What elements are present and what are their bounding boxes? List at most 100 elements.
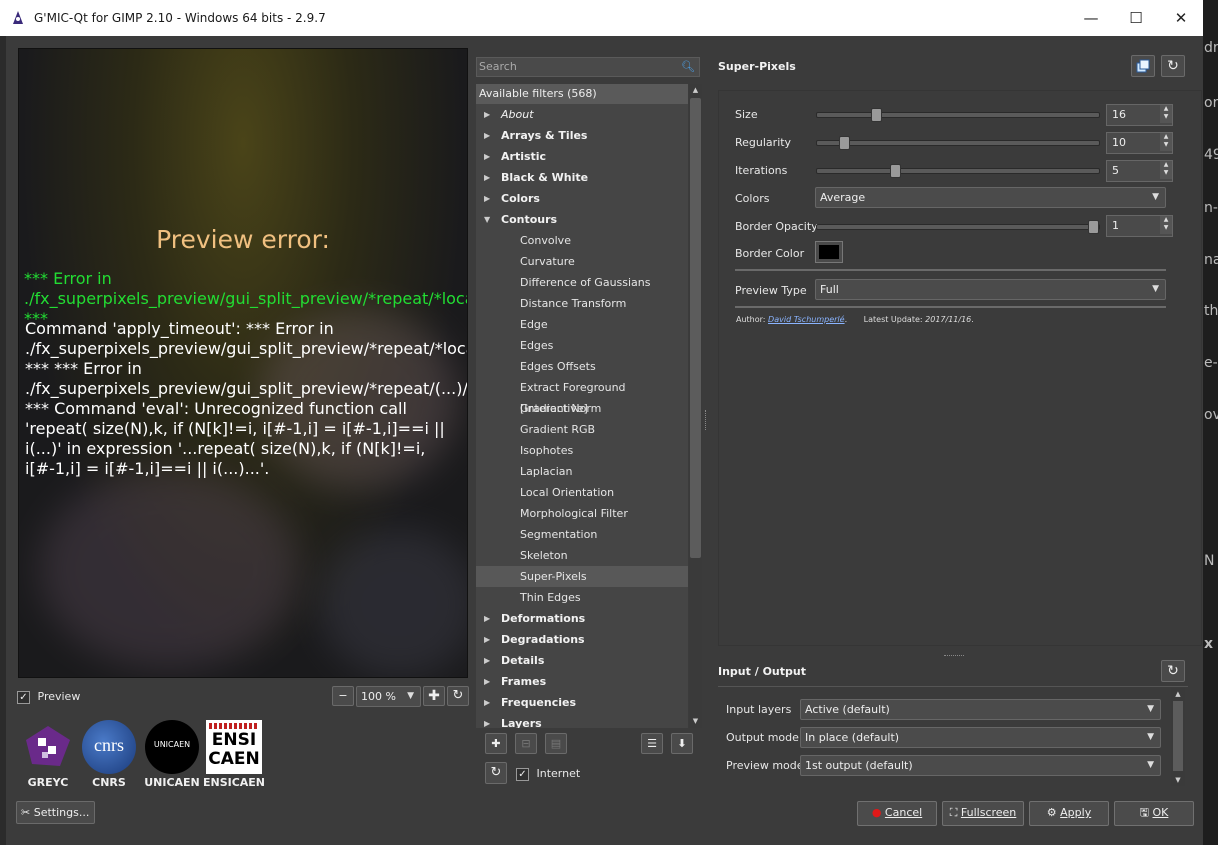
scroll-up-icon[interactable]: ▲ bbox=[1171, 688, 1185, 700]
toggle-visibility-button[interactable]: ☰ bbox=[641, 733, 663, 754]
chevron-right-icon[interactable]: ▶ bbox=[484, 104, 490, 125]
border-opacity-slider[interactable] bbox=[816, 220, 1100, 234]
spin-arrows-icon[interactable]: ▲ ▼ bbox=[1160, 133, 1172, 151]
filter-tree-item[interactable]: ▶ Details bbox=[476, 650, 688, 671]
scroll-down-icon[interactable]: ▼ bbox=[689, 715, 702, 728]
update-filters-button[interactable]: ↻ bbox=[485, 762, 507, 784]
chevron-right-icon[interactable]: ▶ bbox=[484, 671, 490, 692]
filter-tree-item[interactable]: ▶ Colors bbox=[476, 188, 688, 209]
copy-to-clipboard-button[interactable] bbox=[1131, 55, 1155, 77]
filter-tree-item[interactable]: Local Orientation bbox=[476, 482, 688, 503]
zoom-select[interactable]: 100 % ▼ bbox=[356, 686, 421, 707]
spin-arrows-icon[interactable]: ▲ ▼ bbox=[1160, 216, 1172, 234]
chevron-right-icon[interactable]: ▶ bbox=[484, 713, 490, 728]
filter-tree-item[interactable]: Distance Transform bbox=[476, 293, 688, 314]
reset-params-button[interactable]: ↻ bbox=[1161, 55, 1185, 77]
slider-handle[interactable] bbox=[890, 164, 901, 178]
filter-tree-item[interactable]: Segmentation bbox=[476, 524, 688, 545]
size-spinbox[interactable]: 16 ▲ ▼ bbox=[1106, 104, 1173, 126]
border-opacity-spinbox[interactable]: 1 ▲ ▼ bbox=[1106, 215, 1173, 237]
filter-tree-item[interactable]: ▶ Frequencies bbox=[476, 692, 688, 713]
filter-tree-item[interactable]: Morphological Filter bbox=[476, 503, 688, 524]
slider-handle[interactable] bbox=[839, 136, 850, 150]
zoom-in-button[interactable]: ✚ bbox=[423, 686, 445, 706]
chevron-right-icon[interactable]: ▶ bbox=[484, 650, 490, 671]
close-button[interactable]: ✕ bbox=[1158, 0, 1204, 36]
chevron-down-icon[interactable]: ▼ bbox=[484, 209, 490, 230]
rename-fave-button[interactable]: ▤ bbox=[545, 733, 567, 754]
filter-tree-scrollbar[interactable]: ▲ ▼ bbox=[689, 84, 702, 728]
filter-tree-item[interactable]: Gradient Norm bbox=[476, 398, 688, 419]
chevron-right-icon[interactable]: ▶ bbox=[484, 146, 490, 167]
size-slider[interactable] bbox=[816, 108, 1100, 122]
filter-tree-item[interactable]: Edges Offsets bbox=[476, 356, 688, 377]
apply-button[interactable]: ⚙ Apply bbox=[1029, 801, 1109, 826]
filter-tree-item[interactable]: Extract Foreground [Interactive] bbox=[476, 377, 688, 415]
filter-tree-item[interactable]: ▶ Arrays & Tiles bbox=[476, 125, 688, 146]
border-color-button[interactable] bbox=[815, 241, 843, 263]
remove-fave-button[interactable]: ⊟ bbox=[515, 733, 537, 754]
filter-tree-item[interactable]: Edges bbox=[476, 335, 688, 356]
chevron-right-icon[interactable]: ▶ bbox=[484, 608, 490, 629]
filter-tree-item[interactable]: Thin Edges bbox=[476, 587, 688, 608]
filter-tree-item[interactable]: Super-Pixels bbox=[476, 566, 688, 587]
chevron-right-icon[interactable]: ▶ bbox=[484, 692, 490, 713]
chevron-right-icon[interactable]: ▶ bbox=[484, 125, 490, 146]
internet-checkbox[interactable]: ✓ Internet bbox=[516, 767, 580, 781]
preview-checkbox[interactable]: ✓ Preview bbox=[17, 690, 80, 704]
filter-tree-item[interactable]: Gradient RGB bbox=[476, 419, 688, 440]
search-input[interactable]: Search 🔍︎ bbox=[476, 57, 700, 77]
preview-type-select[interactable]: Full ▼ bbox=[815, 279, 1166, 300]
io-scrollbar[interactable]: ▲ ▼ bbox=[1171, 688, 1185, 786]
filter-tree-item[interactable]: ▶ Artistic bbox=[476, 146, 688, 167]
maximize-button[interactable]: ☐ bbox=[1113, 0, 1159, 36]
filter-tree-item[interactable]: Difference of Gaussians bbox=[476, 272, 688, 293]
filter-tree-item[interactable]: Convolve bbox=[476, 230, 688, 251]
settings-button[interactable]: ✂ Settings... bbox=[16, 801, 95, 824]
filter-tree-item[interactable]: ▶ Deformations bbox=[476, 608, 688, 629]
splitter-handle-horizontal[interactable] bbox=[944, 655, 964, 658]
filter-tree-item[interactable]: Edge bbox=[476, 314, 688, 335]
slider-handle[interactable] bbox=[1088, 220, 1099, 234]
filter-tree-item[interactable]: ▶ Degradations bbox=[476, 629, 688, 650]
spin-arrows-icon[interactable]: ▲ ▼ bbox=[1160, 105, 1172, 123]
author-link[interactable]: David Tschumperlé bbox=[768, 315, 845, 324]
scroll-thumb[interactable] bbox=[1173, 701, 1183, 771]
filter-tree-item[interactable]: Curvature bbox=[476, 251, 688, 272]
reset-zoom-button[interactable]: ↻ bbox=[447, 686, 469, 706]
minimize-button[interactable]: — bbox=[1068, 0, 1114, 36]
cancel-button[interactable]: ● Cancel bbox=[857, 801, 937, 826]
zoom-out-button[interactable]: − bbox=[332, 686, 354, 706]
filter-tree-item[interactable]: Skeleton bbox=[476, 545, 688, 566]
regularity-slider[interactable] bbox=[816, 136, 1100, 150]
scroll-up-icon[interactable]: ▲ bbox=[689, 84, 702, 97]
output-mode-select[interactable]: In place (default) ▼ bbox=[800, 727, 1161, 748]
chevron-right-icon[interactable]: ▶ bbox=[484, 167, 490, 188]
filter-tree-item[interactable]: ▶ Frames bbox=[476, 671, 688, 692]
iterations-slider[interactable] bbox=[816, 164, 1100, 178]
preview-mode-select[interactable]: 1st output (default) ▼ bbox=[800, 755, 1161, 776]
preview-canvas[interactable]: Preview error: *** Error in ./fx_superpi… bbox=[18, 48, 468, 678]
filter-tree-item[interactable]: ▶ Layers bbox=[476, 713, 688, 728]
scroll-thumb[interactable] bbox=[690, 98, 701, 558]
filter-tree-item[interactable]: Laplacian bbox=[476, 461, 688, 482]
scroll-down-icon[interactable]: ▼ bbox=[1171, 774, 1185, 786]
splitter-handle[interactable] bbox=[705, 410, 708, 430]
filter-tree-item[interactable]: Isophotes bbox=[476, 440, 688, 461]
input-layers-select[interactable]: Active (default) ▼ bbox=[800, 699, 1161, 720]
reset-io-button[interactable]: ↻ bbox=[1161, 660, 1185, 682]
filter-tree-item[interactable]: ▶ Black & White bbox=[476, 167, 688, 188]
regularity-spinbox[interactable]: 10 ▲ ▼ bbox=[1106, 132, 1173, 154]
filter-tree-item[interactable]: ▼ Contours bbox=[476, 209, 688, 230]
chevron-right-icon[interactable]: ▶ bbox=[484, 188, 490, 209]
add-fave-button[interactable]: ✚ bbox=[485, 733, 507, 754]
chevron-right-icon[interactable]: ▶ bbox=[484, 629, 490, 650]
colors-select[interactable]: Average ▼ bbox=[815, 187, 1166, 208]
filter-tree-item[interactable]: ▶ About bbox=[476, 104, 688, 125]
ok-button[interactable]: 🖫︎ OK bbox=[1114, 801, 1194, 826]
slider-handle[interactable] bbox=[871, 108, 882, 122]
fullscreen-button[interactable]: ⛶ Fullscreen bbox=[942, 801, 1024, 826]
expand-collapse-button[interactable]: ⬇ bbox=[671, 733, 693, 754]
spin-arrows-icon[interactable]: ▲ ▼ bbox=[1160, 161, 1172, 179]
iterations-spinbox[interactable]: 5 ▲ ▼ bbox=[1106, 160, 1173, 182]
